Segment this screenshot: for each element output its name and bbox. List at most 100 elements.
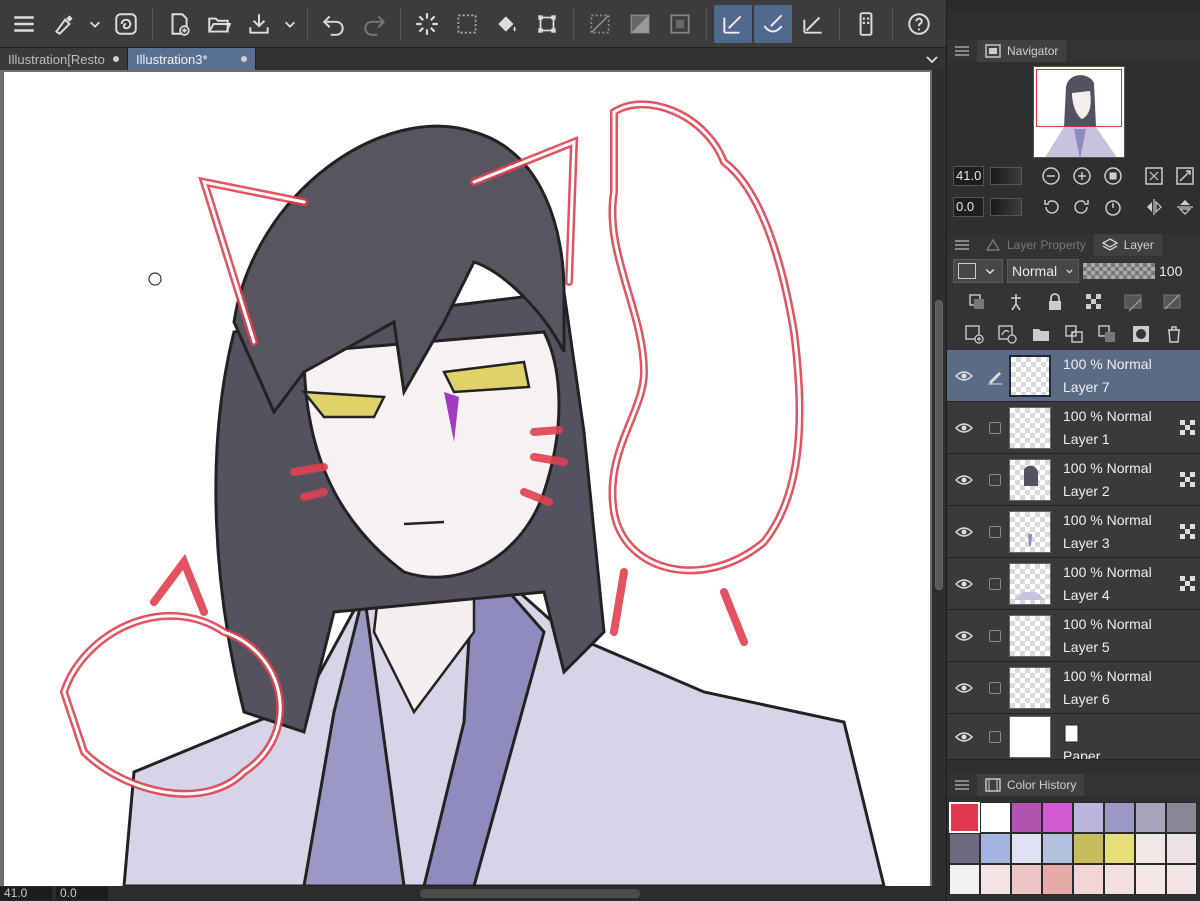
tab-illustration3[interactable]: Illustration3* <box>128 48 256 70</box>
rotation-readout[interactable]: 0.0 <box>56 887 108 900</box>
navigator-preview[interactable] <box>1033 66 1125 158</box>
color-swatch[interactable] <box>980 802 1011 833</box>
color-swatch[interactable] <box>980 864 1011 895</box>
actual-size-button[interactable] <box>1100 164 1125 188</box>
color-swatch[interactable] <box>949 864 980 895</box>
redo-button[interactable] <box>355 5 393 43</box>
reference-layer-icon[interactable] <box>1006 292 1026 312</box>
layer-checkbox[interactable] <box>981 730 1009 743</box>
fit-navigator-button[interactable] <box>1172 164 1197 188</box>
tab-layer[interactable]: Layer <box>1093 234 1162 256</box>
angle-field[interactable]: 0.0 <box>953 197 984 217</box>
flip-vertical-button[interactable] <box>1172 195 1197 219</box>
color-swatch[interactable] <box>1166 802 1197 833</box>
layer-name[interactable]: Layer 3 <box>1063 532 1179 555</box>
zoom-in-button[interactable] <box>1069 164 1094 188</box>
checkbox[interactable] <box>989 681 1001 694</box>
drawing-canvas[interactable] <box>4 72 930 886</box>
layer-mask-icon[interactable] <box>1131 324 1151 344</box>
undo-button[interactable] <box>315 5 353 43</box>
color-swatch[interactable] <box>1104 833 1135 864</box>
deselect-button[interactable] <box>581 5 619 43</box>
flip-horizontal-button[interactable] <box>1141 195 1166 219</box>
clip-studio-dropdown[interactable] <box>85 5 105 43</box>
layer-name[interactable]: Layer 7 <box>1063 376 1200 399</box>
ruler-disabled-icon[interactable] <box>1162 292 1182 312</box>
color-swatch[interactable] <box>1135 833 1166 864</box>
tab-color-history[interactable]: Color History <box>977 774 1085 796</box>
checkbox[interactable] <box>989 629 1001 642</box>
layer-name[interactable]: Layer 4 <box>1063 584 1179 607</box>
layer-name[interactable]: Layer 2 <box>1063 480 1179 503</box>
zoom-slider[interactable] <box>989 167 1023 185</box>
color-swatch[interactable] <box>1104 864 1135 895</box>
layer-name[interactable]: Layer 6 <box>1063 688 1200 711</box>
color-swatch[interactable] <box>1042 802 1073 833</box>
rotate-left-button[interactable] <box>1038 195 1063 219</box>
color-swatch[interactable] <box>1011 833 1042 864</box>
color-swatch[interactable] <box>1042 833 1073 864</box>
grip-icon[interactable] <box>955 780 969 790</box>
color-swatch[interactable] <box>1073 833 1104 864</box>
layer-row-layer-3[interactable]: 100 % Normal Layer 3 <box>947 506 1200 558</box>
viewport-frame[interactable] <box>1036 69 1122 127</box>
grip-icon[interactable] <box>955 240 969 250</box>
layer-row-layer-5[interactable]: 100 % Normal Layer 5 <box>947 610 1200 662</box>
color-swatch[interactable] <box>1166 864 1197 895</box>
clip-studio-button[interactable] <box>45 5 83 43</box>
fill-button[interactable] <box>488 5 526 43</box>
new-folder-icon[interactable] <box>1031 324 1051 344</box>
checkbox[interactable] <box>989 730 1001 743</box>
visibility-toggle[interactable] <box>947 682 981 694</box>
zoom-field[interactable]: 41.0 <box>953 166 984 186</box>
select-all-button[interactable] <box>448 5 486 43</box>
layer-row-layer-2[interactable]: 100 % Normal Layer 2 <box>947 454 1200 506</box>
color-swatch[interactable] <box>1011 864 1042 895</box>
transfer-down-icon[interactable] <box>1064 324 1084 344</box>
new-vector-layer-icon[interactable] <box>997 324 1017 344</box>
rotate-right-button[interactable] <box>1069 195 1094 219</box>
layer-checkbox[interactable] <box>981 629 1009 642</box>
color-swatch[interactable] <box>1073 802 1104 833</box>
lock-transparency-icon[interactable] <box>1084 292 1104 312</box>
chevron-down-icon[interactable] <box>924 51 940 67</box>
vertical-scrollbar[interactable] <box>932 70 946 886</box>
checkbox[interactable] <box>989 577 1001 590</box>
visibility-toggle[interactable] <box>947 731 981 743</box>
opacity-value[interactable]: 100 <box>1159 263 1182 279</box>
snap-special-ruler-button[interactable] <box>754 4 792 43</box>
layer-name[interactable]: Paper <box>1063 745 1200 760</box>
help-button[interactable] <box>900 5 938 43</box>
checkbox[interactable] <box>989 473 1001 486</box>
zoom-out-button[interactable] <box>1038 164 1063 188</box>
layer-row-layer-7[interactable]: 100 % Normal Layer 7 <box>947 350 1200 402</box>
canvas-area[interactable] <box>0 70 946 886</box>
color-swatch[interactable] <box>949 833 980 864</box>
invert-selection-button[interactable] <box>621 5 659 43</box>
smartphone-button[interactable] <box>847 5 885 43</box>
layer-row-layer-6[interactable]: 100 % Normal Layer 6 <box>947 662 1200 714</box>
visibility-toggle[interactable] <box>947 422 981 434</box>
visibility-toggle[interactable] <box>947 526 981 538</box>
save-dropdown[interactable] <box>280 5 300 43</box>
opacity-slider[interactable] <box>1083 263 1155 279</box>
transform-button[interactable] <box>528 5 566 43</box>
tab-layer-property[interactable]: Layer Property <box>977 234 1094 256</box>
layer-row-paper[interactable]: Paper <box>947 714 1200 760</box>
layer-row-layer-4[interactable]: 100 % Normal Layer 4 <box>947 558 1200 610</box>
save-button[interactable] <box>240 5 278 43</box>
layer-checkbox[interactable] <box>981 421 1009 434</box>
angle-slider[interactable] <box>989 198 1023 216</box>
color-swatch[interactable] <box>1135 802 1166 833</box>
loading-button[interactable] <box>408 5 446 43</box>
layer-name[interactable]: Layer 1 <box>1063 428 1179 451</box>
layer-checkbox[interactable] <box>981 681 1009 694</box>
snap-ruler-button[interactable] <box>714 4 752 43</box>
color-swatch[interactable] <box>1166 833 1197 864</box>
layer-color-select[interactable] <box>953 259 1003 283</box>
combine-down-icon[interactable] <box>1097 324 1117 344</box>
horizontal-scrollbar[interactable] <box>420 889 640 898</box>
layer-checkbox[interactable] <box>981 525 1009 538</box>
visibility-toggle[interactable] <box>947 474 981 486</box>
color-swatch[interactable] <box>1135 864 1166 895</box>
